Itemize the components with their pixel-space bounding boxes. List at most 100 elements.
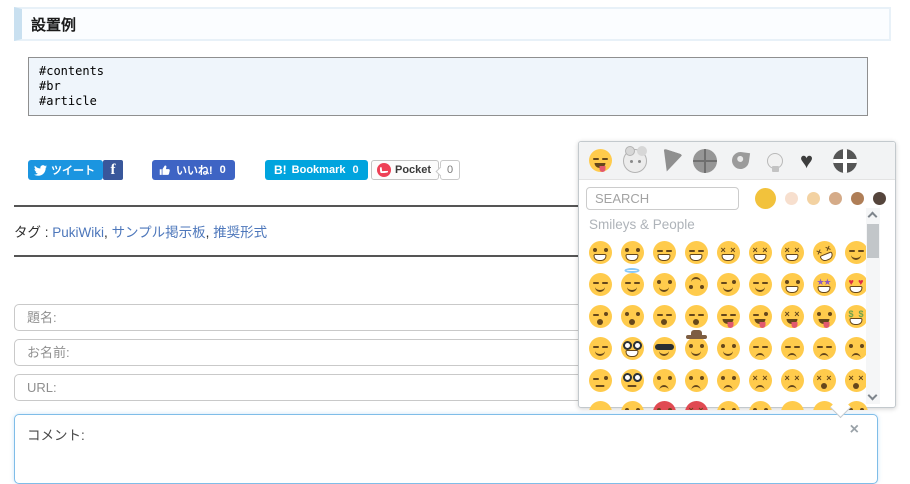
emoji-upside-down-face[interactable] <box>680 268 712 300</box>
emoji-monocle-face[interactable] <box>616 364 648 396</box>
tag-link-2[interactable]: サンプル掲示板 <box>112 225 206 240</box>
skin-tone-2[interactable] <box>785 192 798 205</box>
emoji-pensive-face[interactable] <box>808 332 840 364</box>
emoji-tired-face[interactable]: × × <box>808 364 840 396</box>
emoji-eye <box>793 409 800 410</box>
scrollbar-thumb[interactable] <box>867 224 879 258</box>
emoji-search-input[interactable] <box>586 187 739 210</box>
emoji-face <box>748 272 772 296</box>
emoji-eye <box>601 409 608 410</box>
emoji-relaxed-smiling-face[interactable] <box>584 268 616 300</box>
emoji-persevering-face[interactable]: × × <box>744 364 776 396</box>
emoji-cursing-face[interactable]: × × <box>680 396 712 410</box>
emoji-kissing-closed-eyes[interactable] <box>648 300 680 332</box>
facebook-share-button[interactable]: f <box>103 160 123 180</box>
tag-link-1[interactable]: PukiWiki <box>52 225 104 240</box>
emoji-face <box>620 304 644 328</box>
comment-editor[interactable]: コメント: × <box>14 414 878 484</box>
emoji-mouth <box>627 384 637 387</box>
scroll-up-arrow-icon[interactable] <box>867 211 878 222</box>
category-tab-smileys-people[interactable] <box>587 148 613 174</box>
emoji-face-without-mouth[interactable] <box>712 396 744 410</box>
skin-tone-5[interactable] <box>851 192 864 205</box>
emoji-face <box>684 368 708 392</box>
category-tab-symbols[interactable] <box>797 148 823 174</box>
emoji-nerd-face[interactable] <box>616 332 648 364</box>
emoji-confounded-face[interactable]: × × <box>776 364 808 396</box>
emoji-disappointed-face[interactable] <box>776 332 808 364</box>
category-tab-animals-nature[interactable] <box>622 145 648 174</box>
emoji-cowboy-face[interactable] <box>680 329 712 364</box>
emoji-neutral-face[interactable] <box>744 396 776 410</box>
emoji-expressionless-face[interactable] <box>776 396 808 410</box>
emoji-mouth <box>723 351 733 356</box>
emoji-grinning-face-smiling-eyes[interactable] <box>648 236 680 268</box>
tag-link-3[interactable]: 推奨形式 <box>213 225 267 240</box>
emoji-star-struck[interactable]: ★ ★ <box>808 268 840 300</box>
emoji-kissing-face[interactable] <box>616 300 648 332</box>
emoji-grinning-face-with-sweat[interactable]: × × <box>744 236 776 268</box>
emoji-unamused-face[interactable] <box>744 332 776 364</box>
emoji-smirking-face[interactable] <box>712 332 744 364</box>
emoji-eye <box>592 247 597 252</box>
skin-tone-6[interactable] <box>873 192 886 205</box>
emoji-yum-face[interactable] <box>712 300 744 332</box>
emoji-zany-face[interactable] <box>776 268 808 300</box>
emoji-rolling-on-floor-laughing[interactable]: × × <box>808 236 840 268</box>
emoji-scrollbar[interactable] <box>866 208 880 404</box>
emoji-angry-face[interactable] <box>616 396 648 410</box>
emoji-grinning-face[interactable] <box>584 236 616 268</box>
pocket-button[interactable]: Pocket <box>371 160 440 180</box>
category-tab-food-drink[interactable] <box>657 148 683 175</box>
emoji-face <box>716 304 740 328</box>
emoji-face <box>684 329 708 360</box>
emoji-winking-tongue-face[interactable] <box>744 300 776 332</box>
emoji-mouth <box>661 318 667 325</box>
hatena-bookmark-button[interactable]: B! Bookmark 0 <box>265 160 368 180</box>
emoji-face <box>652 304 676 328</box>
emoji-squinting-tongue-face[interactable]: × × <box>776 300 808 332</box>
emoji-grinning-squinting-face[interactable]: × × <box>712 236 744 268</box>
travel-places-icon <box>730 150 750 171</box>
tweet-button[interactable]: ツイート <box>28 160 103 180</box>
emoji-face-with-steam[interactable] <box>584 396 616 410</box>
hatena-icon: B! <box>274 163 287 177</box>
skin-tone-4[interactable] <box>829 192 842 205</box>
emoji-face <box>716 336 740 360</box>
emoji-frowning-face[interactable] <box>712 364 744 396</box>
category-tab-objects[interactable] <box>762 148 788 174</box>
emoji-hugging-face[interactable] <box>584 332 616 364</box>
category-tab-travel-places[interactable] <box>727 148 753 174</box>
emoji-tongue-out-face[interactable] <box>808 300 840 332</box>
emoji-mouth <box>755 352 765 358</box>
emoji-slightly-frowning-face[interactable] <box>680 364 712 396</box>
category-tab-activity[interactable] <box>692 148 718 174</box>
emoji-pouting-face[interactable] <box>648 396 680 410</box>
emoji-relieved-face[interactable] <box>744 268 776 300</box>
emoji-picker-close-icon[interactable]: × <box>850 422 859 438</box>
scroll-down-arrow-icon[interactable] <box>867 390 878 401</box>
facebook-like-button[interactable]: いいね! 0 <box>152 160 235 180</box>
emoji-confused-face[interactable] <box>648 364 680 396</box>
emoji-face: ★ ★ <box>812 272 836 296</box>
emoji-grinning-face-big-eyes[interactable] <box>616 236 648 268</box>
emoji-eye <box>699 284 704 289</box>
emoji-search-row <box>579 180 895 214</box>
emoji-slightly-smiling-face[interactable] <box>648 268 680 300</box>
tag-list: タグ : PukiWiki, サンプル掲示板, 推奨形式 <box>14 221 267 241</box>
emoji-winking-face[interactable] <box>712 268 744 300</box>
emoji-beaming-face[interactable] <box>680 236 712 268</box>
emoji-face-raised-eyebrow[interactable] <box>584 364 616 396</box>
emoji-kissing-smiling-eyes[interactable] <box>680 300 712 332</box>
emoji-smiling-face-with-halo[interactable] <box>616 267 648 300</box>
emoji-face-with-tears-of-joy[interactable]: × × <box>776 236 808 268</box>
emoji-eye <box>784 345 791 348</box>
hatena-button-label: Bookmark <box>291 164 346 176</box>
skin-tone-3[interactable] <box>807 192 820 205</box>
emoji-eye <box>656 407 661 410</box>
emoji-face-blowing-kiss[interactable] <box>584 300 616 332</box>
skin-tone-1[interactable] <box>755 188 776 209</box>
emoji-sunglasses-face[interactable] <box>648 332 680 364</box>
category-tab-flags[interactable] <box>832 148 858 174</box>
emoji-mouth <box>818 318 830 328</box>
